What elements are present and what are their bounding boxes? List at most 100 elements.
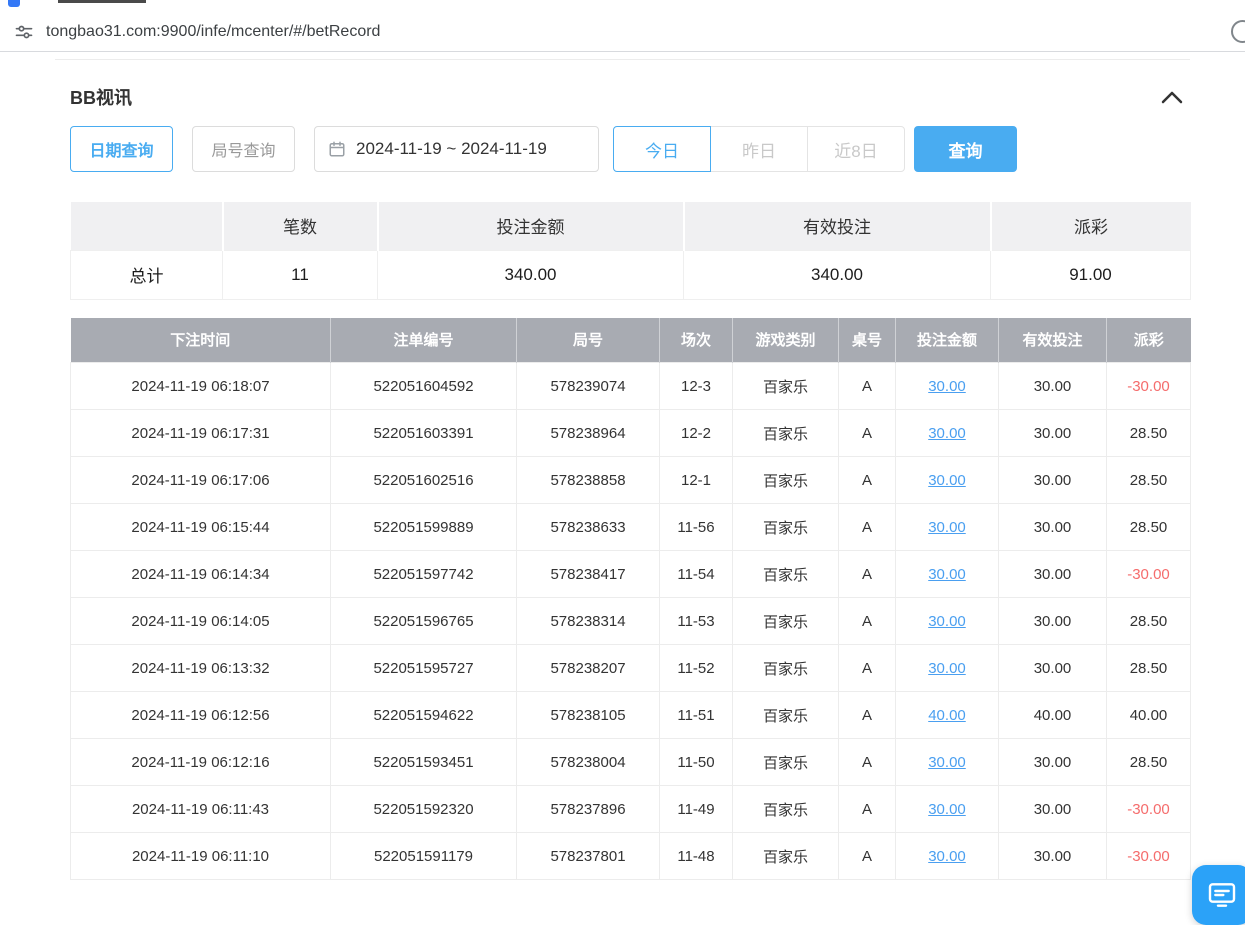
cell-round-id: 578238417: [517, 551, 660, 598]
cell-bet-amount[interactable]: 30.00: [896, 363, 999, 410]
record-row: 2024-11-19 06:17:31522051603391578238964…: [71, 410, 1191, 457]
cell-bet-time: 2024-11-19 06:12:16: [71, 739, 331, 786]
summary-total-bet-amount: 340.00: [378, 250, 684, 299]
cell-payout: -30.00: [1107, 551, 1191, 598]
cell-payout: 28.50: [1107, 598, 1191, 645]
cell-bet-time: 2024-11-19 06:11:10: [71, 833, 331, 880]
quick-last8days-button[interactable]: 近8日: [807, 126, 905, 172]
browser-tab-strip: [0, 0, 1245, 12]
summary-total-label: 总计: [71, 250, 223, 299]
cell-bet-time: 2024-11-19 06:11:43: [71, 786, 331, 833]
url-text[interactable]: tongbao31.com:9900/infe/mcenter/#/betRec…: [46, 23, 380, 41]
cell-bet-id: 522051591179: [331, 833, 517, 880]
cell-game-type: 百家乐: [733, 551, 839, 598]
round-query-tab[interactable]: 局号查询: [192, 126, 295, 172]
cell-game-type: 百家乐: [733, 504, 839, 551]
date-range-value: 2024-11-19 ~ 2024-11-19: [356, 139, 547, 159]
cell-payout: -30.00: [1107, 786, 1191, 833]
record-row: 2024-11-19 06:11:43522051592320578237896…: [71, 786, 1191, 833]
cell-bet-amount[interactable]: 30.00: [896, 739, 999, 786]
cell-bet-amount[interactable]: 30.00: [896, 457, 999, 504]
cell-table-no: A: [839, 504, 896, 551]
cell-bet-amount[interactable]: 30.00: [896, 645, 999, 692]
cell-bet-id: 522051603391: [331, 410, 517, 457]
cell-valid-bet: 30.00: [999, 645, 1107, 692]
col-header-game-type: 游戏类别: [733, 318, 839, 363]
cell-game-type: 百家乐: [733, 598, 839, 645]
cell-table-no: A: [839, 692, 896, 739]
cell-table-no: A: [839, 598, 896, 645]
cell-valid-bet: 30.00: [999, 410, 1107, 457]
record-row: 2024-11-19 06:12:56522051594622578238105…: [71, 692, 1191, 739]
cell-bet-amount[interactable]: 30.00: [896, 786, 999, 833]
cell-round-id: 578238004: [517, 739, 660, 786]
cell-round-id: 578238314: [517, 598, 660, 645]
browser-url-bar[interactable]: tongbao31.com:9900/infe/mcenter/#/betRec…: [0, 12, 1245, 52]
cell-valid-bet: 30.00: [999, 739, 1107, 786]
col-header-payout: 派彩: [1107, 318, 1191, 363]
cell-bet-amount[interactable]: 30.00: [896, 598, 999, 645]
cell-bet-amount[interactable]: 30.00: [896, 410, 999, 457]
cell-session: 11-54: [660, 551, 733, 598]
cell-payout: -30.00: [1107, 833, 1191, 880]
tab-title-fragment: [58, 0, 146, 3]
collapse-chevron-icon[interactable]: [1159, 88, 1185, 106]
cell-valid-bet: 30.00: [999, 504, 1107, 551]
cell-round-id: 578237896: [517, 786, 660, 833]
cell-bet-amount[interactable]: 30.00: [896, 833, 999, 880]
cell-payout: 28.50: [1107, 645, 1191, 692]
cell-round-id: 578237801: [517, 833, 660, 880]
cell-payout: 28.50: [1107, 739, 1191, 786]
cell-round-id: 578239074: [517, 363, 660, 410]
cell-round-id: 578238633: [517, 504, 660, 551]
cell-bet-amount[interactable]: 40.00: [896, 692, 999, 739]
cell-payout: 28.50: [1107, 410, 1191, 457]
cell-bet-amount[interactable]: 30.00: [896, 504, 999, 551]
quick-range-group: 今日 昨日 近8日: [613, 126, 905, 172]
summary-col-count: 笔数: [223, 202, 378, 250]
cell-bet-time: 2024-11-19 06:17:06: [71, 457, 331, 504]
search-button[interactable]: 查询: [914, 126, 1017, 172]
date-query-tab[interactable]: 日期查询: [70, 126, 173, 172]
record-row: 2024-11-19 06:13:32522051595727578238207…: [71, 645, 1191, 692]
summary-total-count: 11: [223, 250, 378, 299]
cell-bet-time: 2024-11-19 06:14:34: [71, 551, 331, 598]
customer-service-button[interactable]: [1192, 865, 1245, 925]
cell-payout: 40.00: [1107, 692, 1191, 739]
cell-session: 11-51: [660, 692, 733, 739]
quick-today-button[interactable]: 今日: [613, 126, 711, 172]
content-top-divider: [55, 59, 1190, 60]
cell-bet-id: 522051594622: [331, 692, 517, 739]
record-row: 2024-11-19 06:14:34522051597742578238417…: [71, 551, 1191, 598]
browser-profile-icon[interactable]: [1231, 20, 1245, 43]
col-header-round-id: 局号: [517, 318, 660, 363]
cell-valid-bet: 30.00: [999, 833, 1107, 880]
date-range-input[interactable]: 2024-11-19 ~ 2024-11-19: [314, 126, 599, 172]
cell-game-type: 百家乐: [733, 363, 839, 410]
cell-round-id: 578238207: [517, 645, 660, 692]
cell-game-type: 百家乐: [733, 786, 839, 833]
cell-payout: 28.50: [1107, 457, 1191, 504]
cell-valid-bet: 30.00: [999, 363, 1107, 410]
record-row: 2024-11-19 06:12:16522051593451578238004…: [71, 739, 1191, 786]
cell-table-no: A: [839, 363, 896, 410]
cell-game-type: 百家乐: [733, 410, 839, 457]
cell-round-id: 578238858: [517, 457, 660, 504]
browser-chrome: tongbao31.com:9900/infe/mcenter/#/betRec…: [0, 0, 1245, 52]
records-header-row: 下注时间 注单编号 局号 场次 游戏类别 桌号 投注金额 有效投注 派彩: [71, 318, 1191, 363]
cell-session: 11-50: [660, 739, 733, 786]
summary-table: 笔数 投注金额 有效投注 派彩 总计 11 340.00 340.00 91.0…: [70, 202, 1191, 300]
cell-bet-time: 2024-11-19 06:13:32: [71, 645, 331, 692]
cell-bet-id: 522051597742: [331, 551, 517, 598]
quick-yesterday-button[interactable]: 昨日: [710, 126, 808, 172]
site-settings-icon[interactable]: [14, 22, 34, 42]
cell-payout: -30.00: [1107, 363, 1191, 410]
summary-total-payout: 91.00: [991, 250, 1191, 299]
cell-bet-time: 2024-11-19 06:15:44: [71, 504, 331, 551]
col-header-bet-id: 注单编号: [331, 318, 517, 363]
col-header-bet-time: 下注时间: [71, 318, 331, 363]
record-row: 2024-11-19 06:15:44522051599889578238633…: [71, 504, 1191, 551]
cell-table-no: A: [839, 786, 896, 833]
cell-session: 11-48: [660, 833, 733, 880]
cell-bet-amount[interactable]: 30.00: [896, 551, 999, 598]
